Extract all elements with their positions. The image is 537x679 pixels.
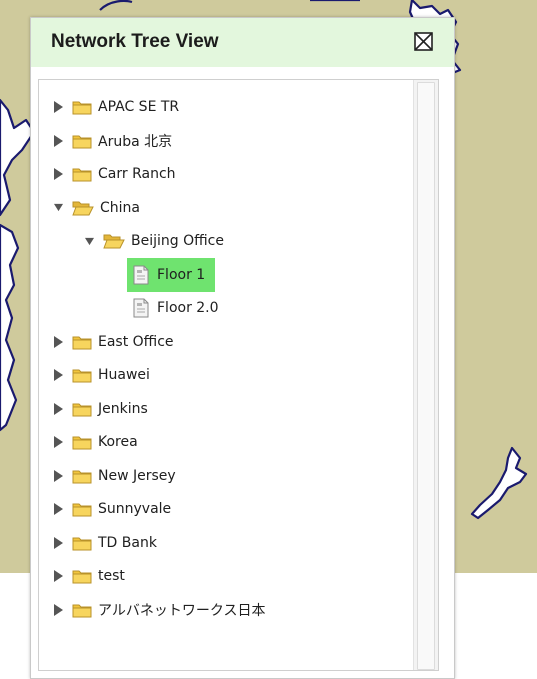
folder-icon (72, 401, 92, 417)
tree-folder-item[interactable]: China (54, 194, 140, 222)
tree-item-label: Huawei (98, 367, 150, 383)
tree-folder-item[interactable]: New Jersey (54, 462, 176, 490)
tree-folder-item[interactable]: Beijing Office (85, 227, 224, 255)
floor-plan-icon (133, 298, 149, 318)
network-tree-panel: Network Tree View APAC SE TR Aruba 北京 Carr… (30, 17, 455, 679)
tree-item-label: Korea (98, 434, 138, 450)
tree-folder-item[interactable]: Jenkins (54, 395, 148, 423)
folder-icon (72, 99, 92, 115)
folder-open-icon (103, 233, 125, 249)
folder-icon (72, 501, 92, 517)
tree-item-label: Sunnyvale (98, 501, 172, 517)
folder-icon (72, 166, 92, 182)
tree-item-label: アルバネットワークス日本 (98, 602, 266, 619)
tree-item-label: East Office (98, 333, 174, 350)
folder-icon (72, 334, 92, 350)
panel-title: Network Tree View (51, 31, 219, 52)
tree-item-label: Aruba 北京 (98, 133, 173, 150)
tree-item-label: Beijing Office (131, 233, 224, 249)
expand-right-arrow-icon[interactable] (54, 167, 63, 181)
close-box-icon[interactable] (414, 32, 433, 51)
expand-right-arrow-icon[interactable] (54, 368, 63, 382)
expand-right-arrow-icon[interactable] (54, 402, 63, 416)
expand-right-arrow-icon[interactable] (54, 100, 63, 114)
folder-icon (72, 602, 92, 618)
expand-right-arrow-icon[interactable] (54, 469, 63, 483)
folder-icon (72, 468, 92, 484)
tree-item-label: Jenkins (98, 400, 148, 417)
tree-folder-item[interactable]: Korea (54, 428, 138, 456)
tree-item-label: test (98, 568, 125, 584)
tree-container: APAC SE TR Aruba 北京 Carr Ranch China Beijing… (38, 79, 439, 671)
expand-right-arrow-icon[interactable] (54, 569, 63, 583)
tree-item-label: China (100, 199, 140, 216)
folder-icon (72, 535, 92, 551)
tree-folder-item[interactable]: Huawei (54, 361, 150, 389)
folder-icon (72, 568, 92, 584)
tree-folder-item[interactable]: East Office (54, 328, 174, 356)
folder-open-icon (72, 200, 94, 216)
tree-item-label: Floor 2.0 (157, 300, 219, 316)
tree-item-label: Floor 1 (157, 266, 206, 283)
scrollbar-thumb[interactable] (417, 82, 435, 670)
expand-right-arrow-icon[interactable] (54, 502, 63, 516)
expand-right-arrow-icon[interactable] (54, 603, 63, 617)
expand-right-arrow-icon[interactable] (54, 536, 63, 550)
expand-right-arrow-icon[interactable] (54, 134, 63, 148)
scrollbar-track[interactable] (413, 80, 438, 670)
tree-item-label: Carr Ranch (98, 166, 176, 182)
folder-icon (72, 367, 92, 383)
tree-folder-item[interactable]: Carr Ranch (54, 160, 176, 188)
tree-folder-item[interactable]: アルバネットワークス日本 (54, 596, 265, 624)
tree-folder-item[interactable]: APAC SE TR (54, 93, 179, 121)
tree-floor-item[interactable]: Floor 1 (127, 257, 216, 292)
tree-folder-item[interactable]: TD Bank (54, 529, 157, 557)
expand-right-arrow-icon[interactable] (54, 335, 63, 349)
expand-right-arrow-icon[interactable] (54, 435, 63, 449)
folder-icon (72, 133, 92, 149)
floor-plan-icon (133, 265, 149, 285)
tree-item-label: New Jersey (98, 467, 176, 484)
tree-folder-item[interactable]: test (54, 562, 125, 590)
tree-item-label: APAC SE TR (98, 99, 180, 115)
tree-floor-item[interactable]: Floor 2.0 (127, 291, 229, 325)
tree-folder-item[interactable]: Sunnyvale (54, 495, 171, 523)
tree-item-label: TD Bank (98, 534, 157, 551)
panel-header: Network Tree View (31, 18, 454, 67)
expand-down-arrow-icon[interactable] (85, 234, 94, 248)
folder-icon (72, 434, 92, 450)
expand-down-arrow-icon[interactable] (54, 201, 63, 215)
tree-folder-item[interactable]: Aruba 北京 (54, 127, 172, 155)
